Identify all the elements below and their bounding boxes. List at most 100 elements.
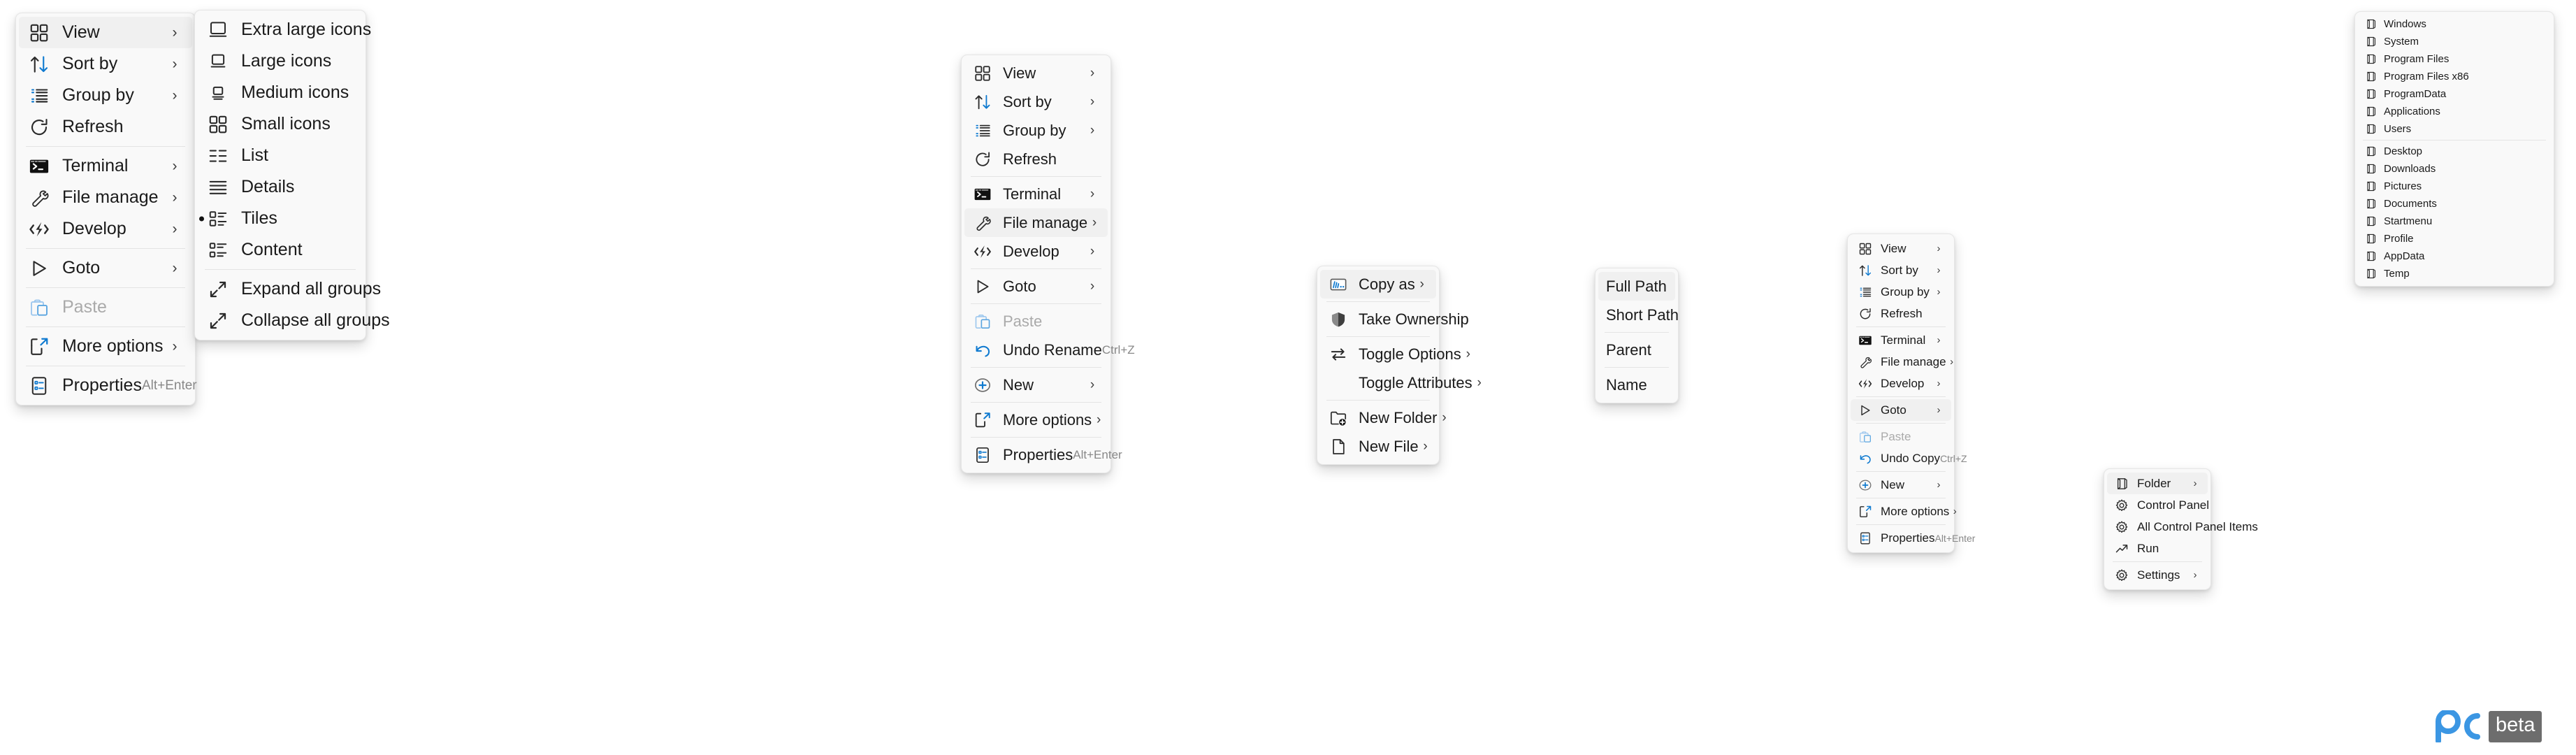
menu-item-toggle-options[interactable]: Toggle Options › [1320,340,1470,368]
menu-item-run[interactable]: Run [2107,538,2208,559]
menu-item-full-path[interactable]: Full Path [1598,272,1675,301]
menu-item-label: All Control Panel Items [2137,519,2258,533]
menu-item-label: System [2384,36,2419,48]
menu-item-short-path[interactable]: Short Path [1598,301,1679,329]
properties-icon [972,446,993,464]
root-context-menu[interactable]: View › Sort by › Group by › Refresh Termina… [15,13,197,405]
menu-item-sort-by[interactable]: Sort by › [964,87,1108,116]
menu-item-label: View [62,22,100,42]
menu-item-refresh[interactable]: Refresh [964,145,1108,173]
menu-item-properties[interactable]: Properties Alt+Enter [964,440,1122,469]
menu-item-tiles[interactable]: Tiles [198,203,363,234]
content-icon [206,240,230,261]
menu-item-label: Medium icons [241,82,349,102]
view-submenu[interactable]: Extra large icons Large icons Medium ico… [194,10,390,340]
menu-item-sort-by[interactable]: Sort by › [1851,259,1951,281]
menu-item-content[interactable]: Content [198,234,363,266]
menu-item-medium-icons[interactable]: Medium icons [198,77,363,108]
menu-item-develop[interactable]: Develop › [1851,373,1951,394]
menu-item-label: Goto [1881,403,1906,417]
menu-item-file-manage[interactable]: File manage › [1851,351,1953,373]
menu-item-refresh[interactable]: Refresh [1851,303,1951,324]
menu-item-goto[interactable]: Goto › [19,252,192,284]
folder-submenu[interactable]: Windows System Program Files Program Fil… [2354,11,2554,287]
menu-item-group-by[interactable]: Group by › [964,116,1108,145]
second-context-menu[interactable]: View › Sort by › Group by › Refresh Termina… [961,55,1135,473]
menu-item-label: Users [2384,123,2412,135]
menu-item-refresh[interactable]: Refresh [19,111,192,143]
menu-item-terminal[interactable]: Terminal › [1851,329,1951,351]
menu-item-copy-as[interactable]: Copy as › [1320,270,1436,299]
menu-item-take-ownership[interactable]: Take Ownership [1320,305,1469,333]
menu-item-more-options[interactable]: More options › [964,405,1108,434]
menu-item-new[interactable]: New › [964,371,1108,399]
menu-item-profile[interactable]: Profile [2358,230,2551,247]
menu-separator [26,326,185,327]
menu-item-file-manage[interactable]: File manage › [964,208,1108,237]
menu-item-collapse-all-groups[interactable]: Collapse all groups [198,305,390,336]
terminal-icon [1857,333,1873,347]
menu-item-desktop[interactable]: Desktop [2358,143,2551,160]
menu-item-control-panel[interactable]: Control Panel [2107,494,2209,516]
menu-item-pictures[interactable]: Pictures [2358,178,2551,195]
menu-item-terminal[interactable]: Terminal › [964,180,1108,208]
chevron-right-icon: › [172,338,178,354]
menu-item-expand-all-groups[interactable]: Expand all groups [198,273,381,305]
menu-item-sort-by[interactable]: Sort by › [19,48,192,80]
menu-item-more-options[interactable]: More options › [1851,501,1957,522]
menu-item-documents[interactable]: Documents [2358,195,2551,213]
menu-item-view[interactable]: View › [1851,238,1951,259]
menu-item-program-files-x86[interactable]: Program Files x86 [2358,68,2551,85]
menu-item-list[interactable]: List [198,140,363,171]
folder-open-icon [2364,36,2378,48]
menu-item-properties[interactable]: Properties Alt+Enter [19,370,197,401]
menu-item-group-by[interactable]: Group by › [1851,281,1951,303]
menu-item-program-files[interactable]: Program Files [2358,50,2551,68]
menu-item-undo-rename[interactable]: Undo Rename Ctrl+Z [964,336,1135,364]
menu-item-view[interactable]: View › [964,59,1108,87]
menu-item-label: Terminal [1003,185,1062,203]
menu-item-group-by[interactable]: Group by › [19,80,192,111]
menu-item-properties[interactable]: Properties Alt+Enter [1851,527,1975,549]
chevron-right-icon: › [1090,94,1095,109]
menu-item-extra-large-icons[interactable]: Extra large icons [198,14,371,45]
menu-item-applications[interactable]: Applications [2358,103,2551,120]
menu-item-settings[interactable]: Settings › [2107,564,2208,586]
menu-item-downloads[interactable]: Downloads [2358,160,2551,178]
folder-open-icon [2364,163,2378,175]
menu-item-develop[interactable]: Develop › [19,213,192,245]
menu-item-all-control-panel-items[interactable]: All Control Panel Items [2107,516,2258,538]
menu-item-more-options[interactable]: More options › [19,331,192,362]
menu-item-develop[interactable]: Develop › [964,237,1108,266]
menu-item-label: Extra large icons [241,20,372,39]
menu-item-users[interactable]: Users [2358,120,2551,138]
menu-item-terminal[interactable]: Terminal › [19,150,192,182]
chevron-right-icon: › [1423,438,1428,454]
menu-item-system[interactable]: System [2358,33,2551,50]
menu-item-new[interactable]: New › [1851,474,1951,496]
menu-item-name[interactable]: Name [1598,371,1675,399]
copy-as-submenu[interactable]: Full Path Short Path Parent Name [1595,268,1679,403]
menu-item-appdata[interactable]: AppData [2358,247,2551,265]
menu-item-undo-copy[interactable]: Undo Copy Ctrl+Z [1851,447,1967,469]
menu-item-temp[interactable]: Temp [2358,265,2551,282]
third-context-menu[interactable]: View › Sort by › Group by › Refresh Termina… [1847,233,1975,553]
menu-item-new-file[interactable]: New File › [1320,432,1436,461]
menu-item-goto[interactable]: Goto › [964,272,1108,301]
menu-item-large-icons[interactable]: Large icons [198,45,363,77]
menu-item-toggle-attributes[interactable]: Toggle Attributes › [1320,368,1482,397]
menu-item-small-icons[interactable]: Small icons [198,108,363,140]
goto-submenu[interactable]: Folder › Control Panel All Control Panel … [2104,468,2258,590]
menu-item-parent[interactable]: Parent [1598,336,1675,364]
menu-item-programdata[interactable]: ProgramData [2358,85,2551,103]
menu-item-new-folder[interactable]: New Folder › [1320,403,1447,432]
menu-item-windows[interactable]: Windows [2358,15,2551,33]
menu-item-startmenu[interactable]: Startmenu [2358,213,2551,230]
menu-item-file-manage[interactable]: File manage › [19,182,192,213]
file-manage-submenu[interactable]: Copy as › Take Ownership Toggle Options › T… [1317,266,1482,465]
menu-item-goto[interactable]: Goto › [1851,399,1951,421]
menu-item-details[interactable]: Details [198,171,363,203]
folder-open-icon [2364,88,2378,100]
menu-item-folder[interactable]: Folder › [2107,473,2208,494]
menu-item-view[interactable]: View › [19,17,192,48]
